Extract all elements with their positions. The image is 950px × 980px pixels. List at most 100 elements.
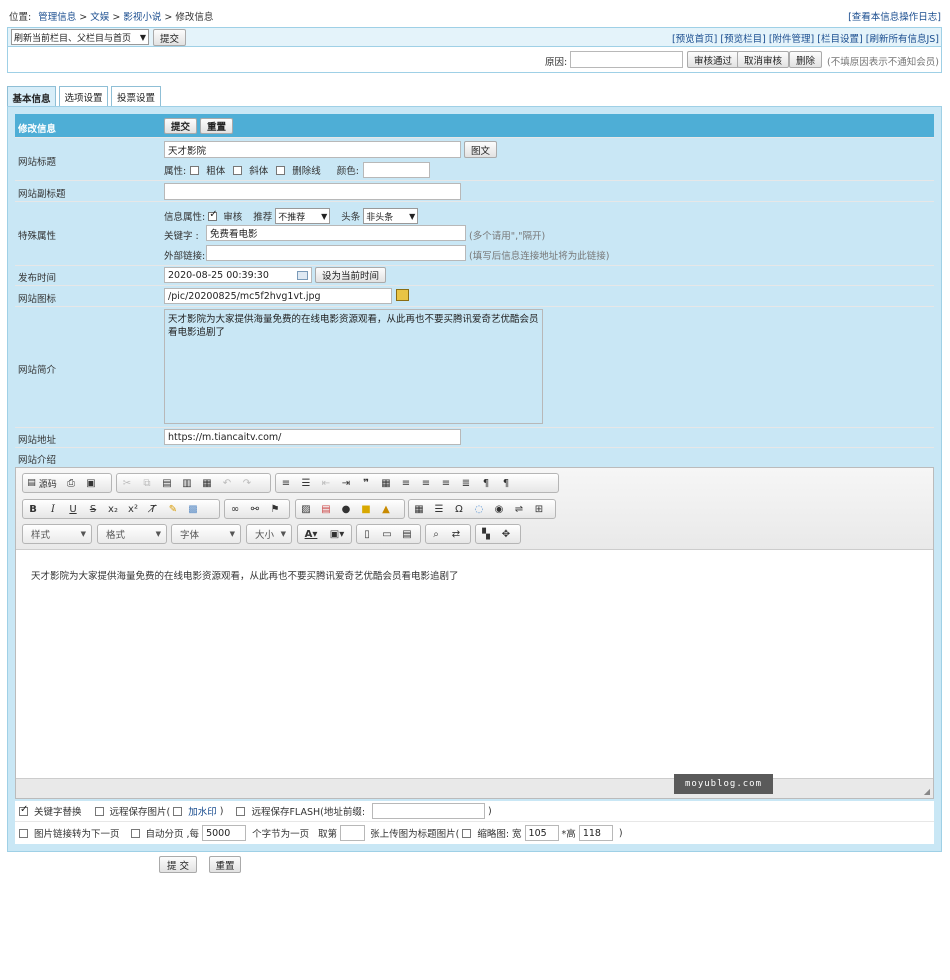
subscript-icon[interactable]: x₂ — [103, 500, 123, 518]
recommend-select[interactable]: 不推荐 ▼ — [275, 208, 331, 224]
strikethrough-icon[interactable]: S — [83, 500, 103, 518]
anchor-flag-icon[interactable]: ⚑ — [265, 500, 285, 518]
link-icon[interactable]: ∞ — [225, 500, 245, 518]
fullscreen-icon[interactable]: ✥ — [496, 525, 516, 543]
align-justify-icon[interactable]: ≣ — [456, 474, 476, 492]
subtitle-input[interactable] — [164, 183, 461, 200]
title-image-button[interactable]: 图文 — [464, 141, 498, 158]
breadcrumb-item-manage[interactable]: 管理信息 — [38, 12, 76, 23]
italic-icon[interactable]: I — [43, 500, 63, 518]
color-input[interactable] — [362, 162, 430, 178]
bottom-submit-button[interactable]: 提 交 — [159, 856, 197, 873]
headline-select[interactable]: 非头条 ▼ — [363, 208, 419, 224]
unlink-icon[interactable]: ⚯ — [245, 500, 265, 518]
view-log-link[interactable]: [查看本信息操作日志] — [848, 9, 941, 23]
bold-icon[interactable]: B — [23, 500, 43, 518]
set-now-button[interactable]: 设为当前时间 — [315, 267, 387, 283]
remote-flash-checkbox[interactable] — [236, 806, 246, 816]
div-container-icon[interactable]: ▦ — [376, 474, 396, 492]
style-combo[interactable]: 样式 ▼ — [22, 524, 92, 544]
pubtime-input[interactable]: 2020-08-25 00:39:30 — [164, 267, 312, 283]
external-link-input[interactable] — [206, 245, 466, 261]
insert-code-icon[interactable]: ⊞ — [529, 500, 549, 518]
align-left-icon[interactable]: ≡ — [396, 474, 416, 492]
attachment-link[interactable]: [附件管理] — [769, 34, 814, 45]
strike-checkbox[interactable] — [276, 165, 286, 175]
ordered-list-icon[interactable]: ≡ — [276, 474, 296, 492]
tab-basic-info[interactable]: 基本信息 — [7, 86, 56, 108]
url-input[interactable]: https://m.tiancaitv.com/ — [164, 429, 461, 445]
redo-icon[interactable]: ↷ — [237, 474, 257, 492]
smiley-icon[interactable]: ◌ — [469, 500, 489, 518]
attachment-icon[interactable]: ▲ — [376, 500, 396, 518]
flash-prefix-input[interactable] — [372, 803, 486, 819]
align-right-icon[interactable]: ≡ — [436, 474, 456, 492]
replace-icon[interactable]: ⇄ — [446, 525, 466, 543]
special-char-icon[interactable]: Ω — [449, 500, 469, 518]
copy-icon[interactable]: ⧉ — [137, 474, 157, 492]
remote-save-checkbox[interactable] — [94, 806, 104, 816]
format-combo[interactable]: 格式 ▼ — [97, 524, 167, 544]
thumb-width-input[interactable]: 105 — [524, 825, 559, 841]
preview-column-link[interactable]: [预览栏目] — [720, 34, 765, 45]
watermark-link[interactable]: 加水印 — [188, 804, 217, 818]
underline-icon[interactable]: U — [63, 500, 83, 518]
new-page-icon[interactable]: ▭ — [377, 525, 397, 543]
preview-home-link[interactable]: [预览首页] — [672, 34, 717, 45]
template-icon[interactable]: ▤ — [397, 525, 417, 543]
media-icon[interactable]: ■ — [356, 500, 376, 518]
editor-content[interactable]: 天才影院为大家提供海量免费的在线电影资源观看，从此再也不要买腾讯爱奇艺优酷会员看… — [16, 550, 933, 780]
bottom-reset-button[interactable]: 重置 — [209, 856, 241, 873]
paste-icon[interactable]: ▤ — [157, 474, 177, 492]
title-input[interactable]: 天才影院 — [164, 141, 461, 158]
ltr-icon[interactable]: ¶ — [476, 474, 496, 492]
keyword-replace-checkbox[interactable] — [19, 804, 28, 816]
paste-text-icon[interactable]: ▥ — [177, 474, 197, 492]
horizontal-rule-icon[interactable]: ☰ — [429, 500, 449, 518]
auto-page-checkbox[interactable] — [130, 828, 140, 838]
align-center-icon[interactable]: ≡ — [416, 474, 436, 492]
paste-image-icon[interactable]: ▩ — [183, 500, 203, 518]
approve-button[interactable]: 审核通过 — [687, 51, 740, 68]
cut-icon[interactable]: ✂ — [117, 474, 137, 492]
breadcrumb-item-wenyu[interactable]: 文娱 — [90, 12, 109, 23]
calendar-icon[interactable] — [297, 270, 308, 280]
flash-icon[interactable]: ● — [336, 500, 356, 518]
tab-vote-settings[interactable]: 投票设置 — [111, 86, 161, 107]
breadcrumb-item-yingshi[interactable]: 影视小说 — [123, 12, 161, 23]
bg-color-icon[interactable]: ▣▾ — [324, 525, 350, 543]
bullet-list-icon[interactable]: ☰ — [296, 474, 316, 492]
italic-checkbox[interactable] — [233, 165, 243, 175]
thumb-height-input[interactable]: 118 — [578, 825, 613, 841]
remove-format-icon[interactable]: T̸ — [143, 500, 163, 518]
show-blocks-icon[interactable]: ▚ — [476, 525, 496, 543]
paste-word-icon[interactable]: ▦ — [197, 474, 217, 492]
header-submit-button[interactable]: 提交 — [164, 118, 198, 134]
page-chars-input[interactable]: 5000 — [202, 825, 247, 841]
find-icon[interactable]: ⌕ — [426, 525, 446, 543]
refresh-js-link[interactable]: [刷新所有信息JS] — [866, 34, 939, 45]
table-icon[interactable]: ▦ — [409, 500, 429, 518]
refresh-select[interactable]: 刷新当前栏目、父栏目与首页 ▼ — [11, 29, 149, 45]
source-button[interactable]: ▤ 源码 — [23, 474, 61, 492]
outdent-icon[interactable]: ⇤ — [316, 474, 336, 492]
img-link-checkbox[interactable] — [19, 828, 28, 838]
page-break-icon[interactable]: ⇌ — [509, 500, 529, 518]
intro-textarea[interactable]: 天才影院为大家提供海量免费的在线电影资源观看，从此再也不要买腾讯爱奇艺优酷会员看… — [164, 309, 543, 424]
keyword-input[interactable]: 免费看电影 — [206, 225, 466, 241]
rtl-icon[interactable]: ¶ — [496, 474, 516, 492]
cancel-review-button[interactable]: 取消审核 — [737, 51, 790, 68]
image-select-icon[interactable] — [396, 289, 409, 301]
text-color-icon[interactable]: A▾ — [298, 525, 324, 543]
review-checkbox[interactable] — [208, 209, 218, 221]
reason-input[interactable] — [570, 51, 683, 68]
blockquote-icon[interactable]: ❞ — [356, 474, 376, 492]
title-pic-index-input[interactable] — [340, 825, 366, 841]
iframe-icon[interactable]: ◉ — [489, 500, 509, 518]
icon-input[interactable]: /pic/20200825/mc5f2hvg1vt.jpg — [164, 288, 392, 304]
refresh-submit-button[interactable]: 提交 — [153, 29, 187, 46]
indent-icon[interactable]: ⇥ — [336, 474, 356, 492]
image-icon[interactable]: ▨ — [296, 500, 316, 518]
undo-icon[interactable]: ↶ — [217, 474, 237, 492]
size-combo[interactable]: 大小 ▼ — [246, 524, 292, 544]
